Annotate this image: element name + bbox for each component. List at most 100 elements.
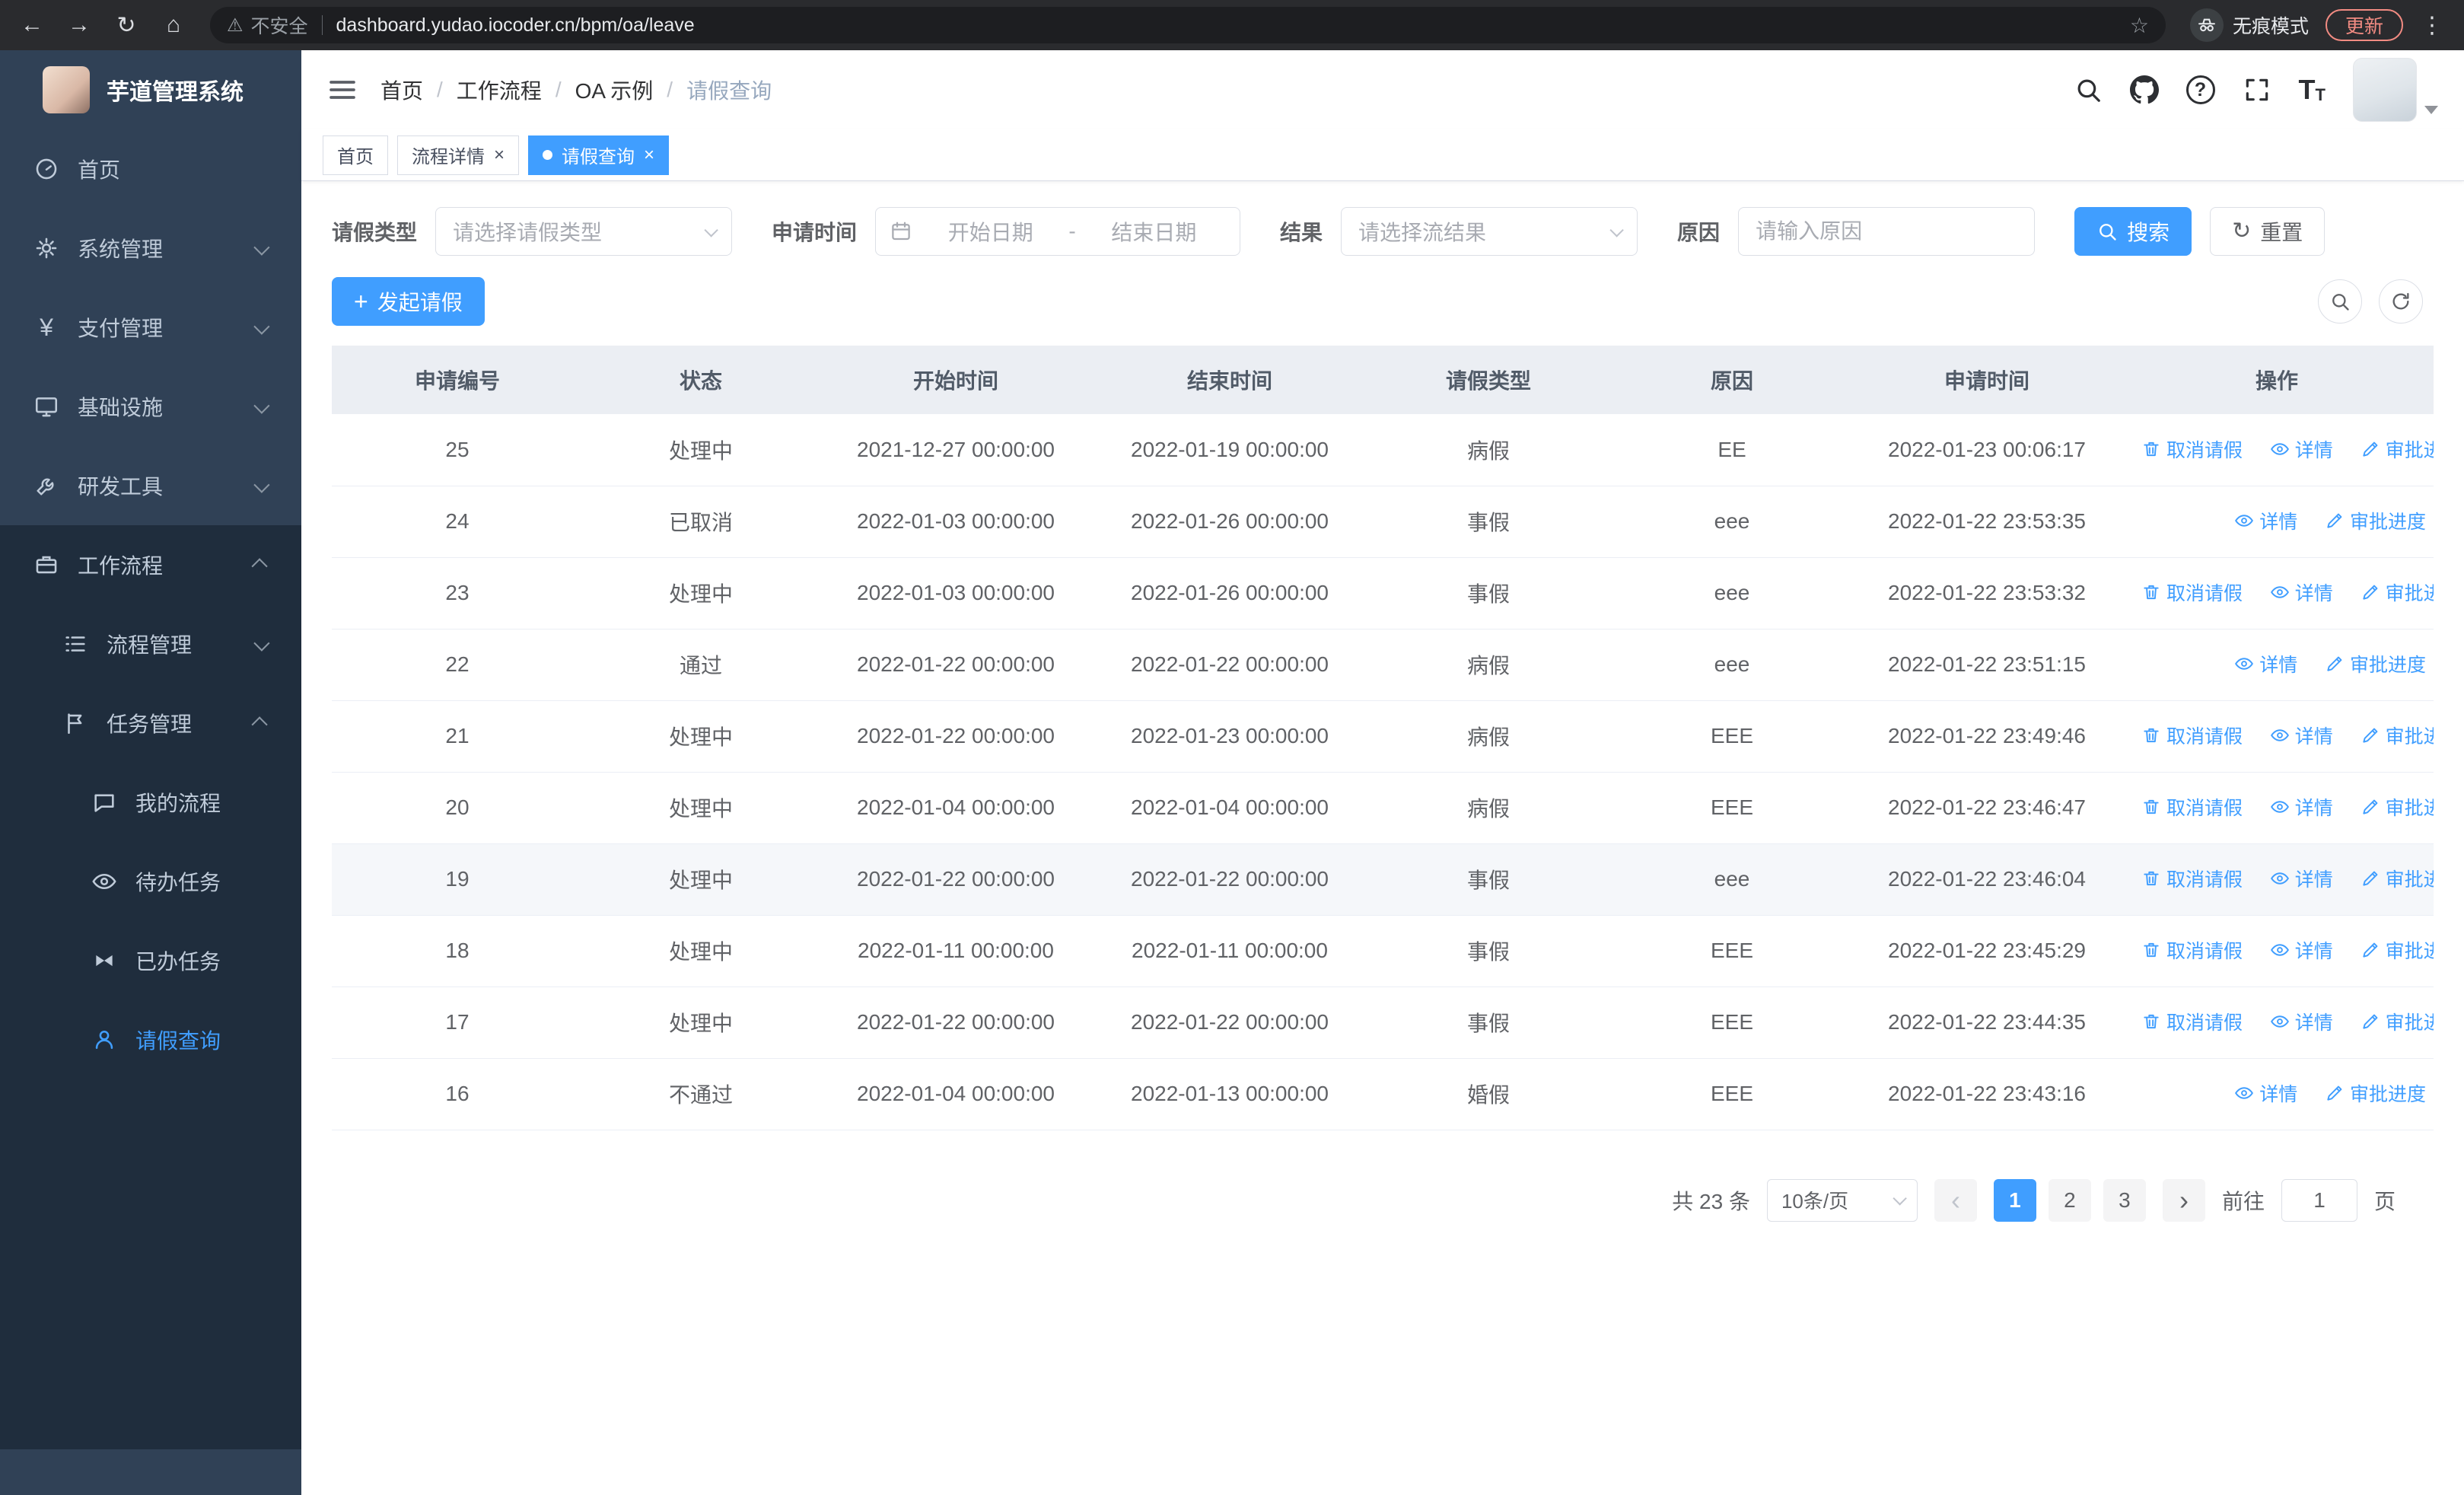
close-icon[interactable]: ×	[644, 145, 654, 166]
cell-type: 婚假	[1367, 1058, 1610, 1130]
sidebar-item-workflow[interactable]: 工作流程	[0, 525, 301, 604]
approval-progress-link[interactable]: 审批进度	[2361, 579, 2434, 606]
app-header: 首页 / 工作流程 / OA 示例 / 请假查询 ? TT	[301, 50, 2464, 129]
cancel-leave-link[interactable]: 取消请假	[2141, 435, 2243, 463]
github-icon[interactable]	[2130, 75, 2159, 104]
approval-progress-link[interactable]: 审批进度	[2361, 722, 2434, 749]
detail-link[interactable]: 详情	[2234, 507, 2297, 534]
security-label[interactable]: 不安全	[251, 11, 308, 39]
search-button[interactable]: 搜索	[2074, 207, 2192, 256]
sidebar-item-infrastructure[interactable]: 基础设施	[0, 367, 301, 446]
result-select[interactable]: 请选择流结果	[1341, 207, 1638, 256]
detail-link[interactable]: 详情	[2270, 865, 2333, 892]
browser-home-button[interactable]: ⌂	[155, 7, 192, 43]
approval-progress-link[interactable]: 审批进度	[2325, 650, 2426, 677]
cell-reason: eee	[1610, 557, 1854, 630]
breadcrumb-item[interactable]: OA 示例	[575, 75, 654, 105]
tab-home[interactable]: 首页	[323, 135, 388, 175]
eye-icon	[2270, 869, 2290, 888]
cell-type: 病假	[1367, 414, 1610, 486]
approval-progress-link[interactable]: 审批进度	[2361, 865, 2434, 892]
detail-link[interactable]: 详情	[2270, 435, 2333, 463]
browser-menu-icon[interactable]: ⋮	[2414, 7, 2450, 43]
browser-reload-button[interactable]: ↻	[108, 7, 145, 43]
cancel-leave-link[interactable]: 取消请假	[2141, 936, 2243, 964]
sidebar-item-dev-tools[interactable]: 研发工具	[0, 446, 301, 525]
tab-process-detail[interactable]: 流程详情 ×	[397, 135, 520, 175]
fullscreen-icon[interactable]	[2243, 75, 2271, 104]
cell-reason: EEE	[1610, 1058, 1854, 1130]
sidebar-item-done-tasks[interactable]: 已办任务	[0, 921, 301, 1000]
end-date-placeholder: 结束日期	[1111, 221, 1197, 244]
sidebar-item-todo-tasks[interactable]: 待办任务	[0, 842, 301, 921]
approval-progress-link[interactable]: 审批进度	[2325, 507, 2426, 534]
date-range-picker[interactable]: 开始日期 - 结束日期	[875, 207, 1241, 256]
font-size-icon[interactable]: TT	[2299, 76, 2326, 104]
user-menu[interactable]	[2353, 58, 2438, 122]
cell-status: 处理中	[583, 414, 819, 486]
detail-link[interactable]: 详情	[2270, 722, 2333, 749]
sidebar-item-leave-query[interactable]: 请假查询	[0, 1000, 301, 1079]
sidebar-item-task-management[interactable]: 任务管理	[0, 684, 301, 763]
url-bar[interactable]: ⚠ 不安全 dashboard.yudao.iocoder.cn/bpm/oa/…	[210, 7, 2166, 43]
cell-type: 事假	[1367, 557, 1610, 630]
page-button-3[interactable]: 3	[2103, 1178, 2146, 1222]
sidebar-item-home[interactable]: 首页	[0, 129, 301, 209]
detail-link[interactable]: 详情	[2270, 1008, 2333, 1035]
goto-page-input[interactable]	[2281, 1178, 2357, 1222]
detail-link[interactable]: 详情	[2234, 1079, 2297, 1107]
approval-progress-link[interactable]: 审批进度	[2361, 936, 2434, 964]
detail-link[interactable]: 详情	[2234, 650, 2297, 677]
browser-back-button[interactable]: ←	[14, 7, 50, 43]
prev-page-button[interactable]: ‹	[1934, 1178, 1977, 1222]
sidebar-item-payment-management[interactable]: ¥ 支付管理	[0, 288, 301, 367]
page-size-select[interactable]: 10条/页	[1766, 1178, 1918, 1222]
cell-applied: 2022-01-22 23:51:15	[1854, 629, 2120, 701]
tab-leave-query[interactable]: 请假查询 ×	[528, 135, 670, 175]
cancel-leave-link[interactable]: 取消请假	[2141, 579, 2243, 606]
avatar[interactable]	[2353, 58, 2417, 122]
apply-time-label: 申请时间	[772, 221, 858, 244]
sidebar-item-system-management[interactable]: 系统管理	[0, 209, 301, 288]
next-page-button[interactable]: ›	[2162, 1178, 2205, 1222]
search-icon[interactable]	[2074, 75, 2103, 104]
approval-progress-link[interactable]: 审批进度	[2361, 435, 2434, 463]
breadcrumb-item[interactable]: 工作流程	[457, 75, 542, 105]
toggle-search-button[interactable]	[2318, 279, 2362, 324]
cancel-leave-link[interactable]: 取消请假	[2141, 722, 2243, 749]
detail-link[interactable]: 详情	[2270, 793, 2333, 821]
cell-actions: 取消请假 详情 审批进度	[2120, 987, 2434, 1059]
create-leave-button[interactable]: + 发起请假	[332, 277, 485, 326]
page-button-2[interactable]: 2	[2048, 1178, 2091, 1222]
sidebar-logo[interactable]: 芋道管理系统	[0, 50, 301, 129]
sidebar-item-my-processes[interactable]: 我的流程	[0, 763, 301, 842]
breadcrumb-item[interactable]: 首页	[380, 75, 423, 105]
search-icon	[2096, 221, 2118, 242]
cancel-leave-link[interactable]: 取消请假	[2141, 1008, 2243, 1035]
approval-progress-link[interactable]: 审批进度	[2325, 1079, 2426, 1107]
chevron-down-icon	[1609, 222, 1624, 237]
help-icon[interactable]: ?	[2185, 75, 2215, 104]
cancel-leave-link[interactable]: 取消请假	[2141, 793, 2243, 821]
edit-icon	[2361, 797, 2380, 817]
browser-forward-button[interactable]: →	[61, 7, 97, 43]
close-icon[interactable]: ×	[494, 145, 505, 166]
update-button[interactable]: 更新	[2325, 9, 2403, 41]
reset-button[interactable]: ↻ 重置	[2210, 207, 2326, 256]
approval-progress-link[interactable]: 审批进度	[2361, 793, 2434, 821]
bookmark-star-icon[interactable]: ☆	[2130, 13, 2149, 38]
sidebar-item-process-management[interactable]: 流程管理	[0, 604, 301, 684]
trash-icon	[2141, 869, 2161, 888]
url-text[interactable]: dashboard.yudao.iocoder.cn/bpm/oa/leave	[336, 14, 2119, 37]
reason-input[interactable]	[1738, 207, 2036, 256]
approval-progress-link[interactable]: 审批进度	[2361, 1008, 2434, 1035]
refresh-table-button[interactable]	[2379, 279, 2423, 324]
detail-link[interactable]: 详情	[2270, 579, 2333, 606]
cancel-leave-link[interactable]: 取消请假	[2141, 865, 2243, 892]
edit-icon	[2361, 725, 2380, 745]
page-button-1[interactable]: 1	[1993, 1178, 2036, 1222]
leave-type-select[interactable]: 请选择请假类型	[435, 207, 733, 256]
eye-icon	[2270, 725, 2290, 745]
detail-link[interactable]: 详情	[2270, 936, 2333, 964]
collapse-sidebar-icon[interactable]	[327, 75, 358, 105]
